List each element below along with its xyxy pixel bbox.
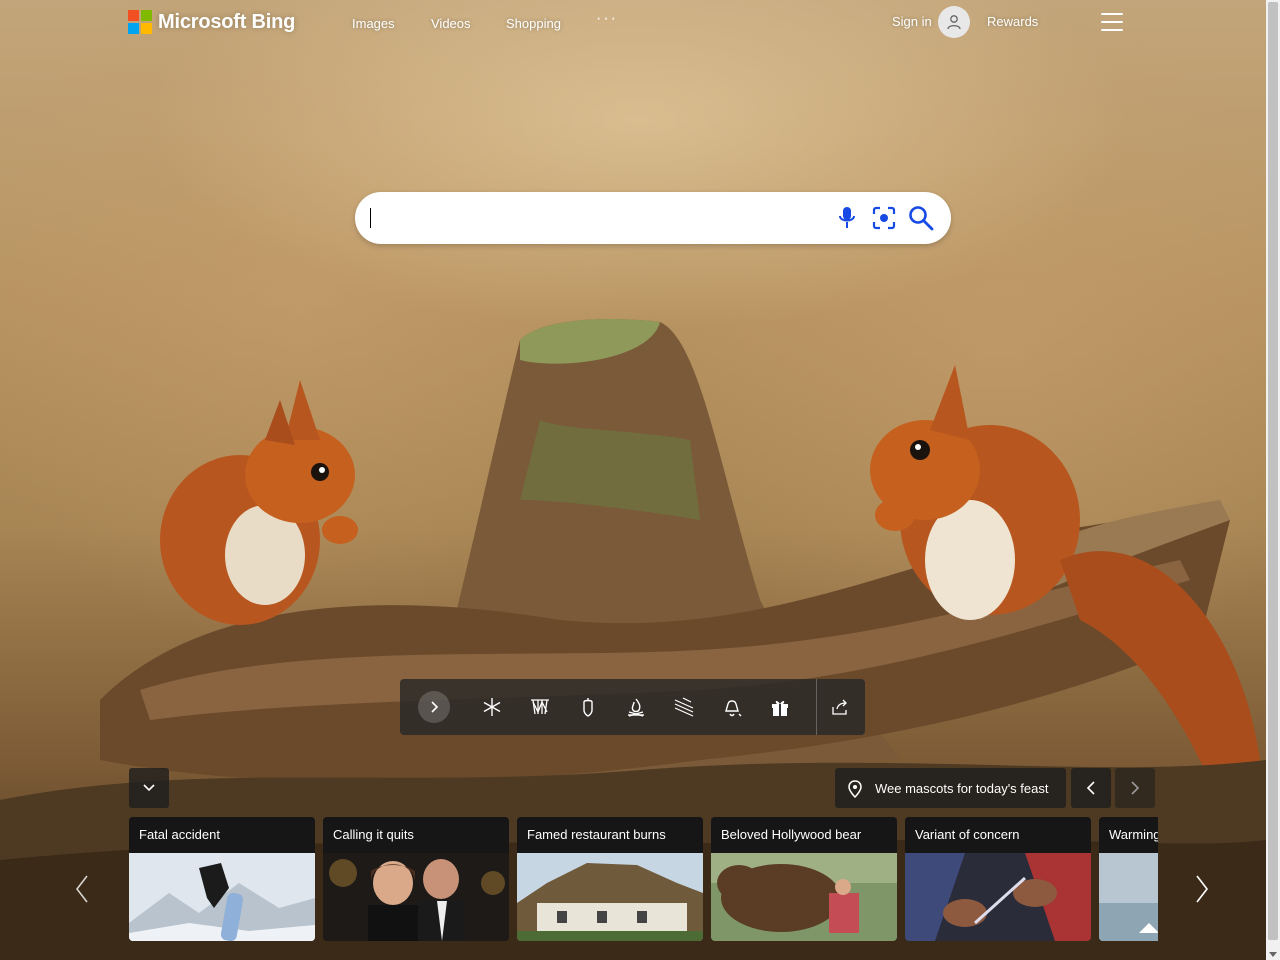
news-card-image [1099, 853, 1158, 941]
microphone-icon[interactable] [834, 205, 860, 231]
nav-shopping[interactable]: Shopping [506, 16, 561, 31]
chevron-left-icon [1086, 781, 1095, 795]
person-icon[interactable] [938, 6, 970, 38]
gift-icon[interactable] [766, 693, 794, 721]
toolbar-divider [816, 679, 817, 735]
news-card-image [323, 853, 509, 941]
chevron-right-icon [1131, 781, 1140, 795]
news-card-image [129, 853, 315, 941]
news-card-title: Famed restaurant burns [517, 817, 703, 853]
hamburger-icon[interactable] [1101, 13, 1123, 31]
carousel-prev-button[interactable] [70, 872, 94, 906]
campfire-icon[interactable] [622, 693, 650, 721]
magnifier-icon[interactable] [908, 205, 934, 231]
visual-search-icon[interactable] [871, 205, 897, 231]
rewards-link[interactable]: Rewards [987, 14, 1038, 29]
background-image [0, 0, 1266, 960]
news-card-title: Beloved Hollywood bear [711, 817, 897, 853]
next-image-button[interactable] [1115, 768, 1155, 808]
location-pin-icon [848, 780, 862, 798]
news-card-title: Fatal accident [129, 817, 315, 853]
snowflake-icon[interactable] [478, 693, 506, 721]
news-card[interactable]: Warming [1099, 817, 1158, 941]
news-card-image [905, 853, 1091, 941]
chevron-left-icon [75, 875, 88, 903]
caption-text: Wee mascots for today's feast [875, 781, 1049, 796]
scroll-down-arrow-icon[interactable] [1269, 952, 1277, 957]
top-header: Microsoft Bing Images Videos Shopping ··… [0, 0, 1266, 48]
chevron-right-icon[interactable] [418, 691, 450, 723]
share-icon[interactable] [826, 693, 854, 721]
nav-videos[interactable]: Videos [431, 16, 471, 31]
news-card[interactable]: Fatal accident [129, 817, 315, 941]
news-card[interactable]: Calling it quits [323, 817, 509, 941]
fence-icon[interactable] [526, 693, 554, 721]
chevron-right-icon [1196, 875, 1209, 903]
page-scrollbar[interactable] [1266, 0, 1280, 960]
collapse-news-button[interactable] [129, 768, 169, 808]
sign-in-link[interactable]: Sign in [892, 14, 932, 29]
microsoft-logo-icon [128, 10, 152, 34]
scroll-thumb[interactable] [1268, 2, 1278, 940]
news-card-title: Warming [1099, 817, 1158, 853]
news-card-title: Variant of concern [905, 817, 1091, 853]
news-card-image [517, 853, 703, 941]
carousel-next-button[interactable] [1190, 872, 1214, 906]
news-card[interactable]: Famed restaurant burns [517, 817, 703, 941]
news-card-image [711, 853, 897, 941]
bell-icon[interactable] [718, 693, 746, 721]
homepage-toolbar [400, 679, 865, 735]
search-box [355, 192, 951, 244]
previous-image-button[interactable] [1071, 768, 1111, 808]
nav-more-icon[interactable]: ··· [596, 10, 618, 28]
news-card-title: Calling it quits [323, 817, 509, 853]
chevron-down-icon [143, 784, 155, 792]
image-caption[interactable]: Wee mascots for today's feast [835, 768, 1066, 808]
news-carousel: Fatal accident Calling it quits Famed re… [129, 817, 1158, 941]
logo-text: Microsoft Bing [158, 10, 296, 33]
text-caret [370, 208, 371, 228]
news-card[interactable]: Beloved Hollywood bear [711, 817, 897, 941]
search-input[interactable] [371, 204, 821, 232]
news-card[interactable]: Variant of concern [905, 817, 1091, 941]
snow-icon[interactable] [670, 693, 698, 721]
bing-logo[interactable]: Microsoft Bing [128, 10, 295, 34]
acorn-icon[interactable] [574, 693, 602, 721]
nav-images[interactable]: Images [352, 16, 395, 31]
